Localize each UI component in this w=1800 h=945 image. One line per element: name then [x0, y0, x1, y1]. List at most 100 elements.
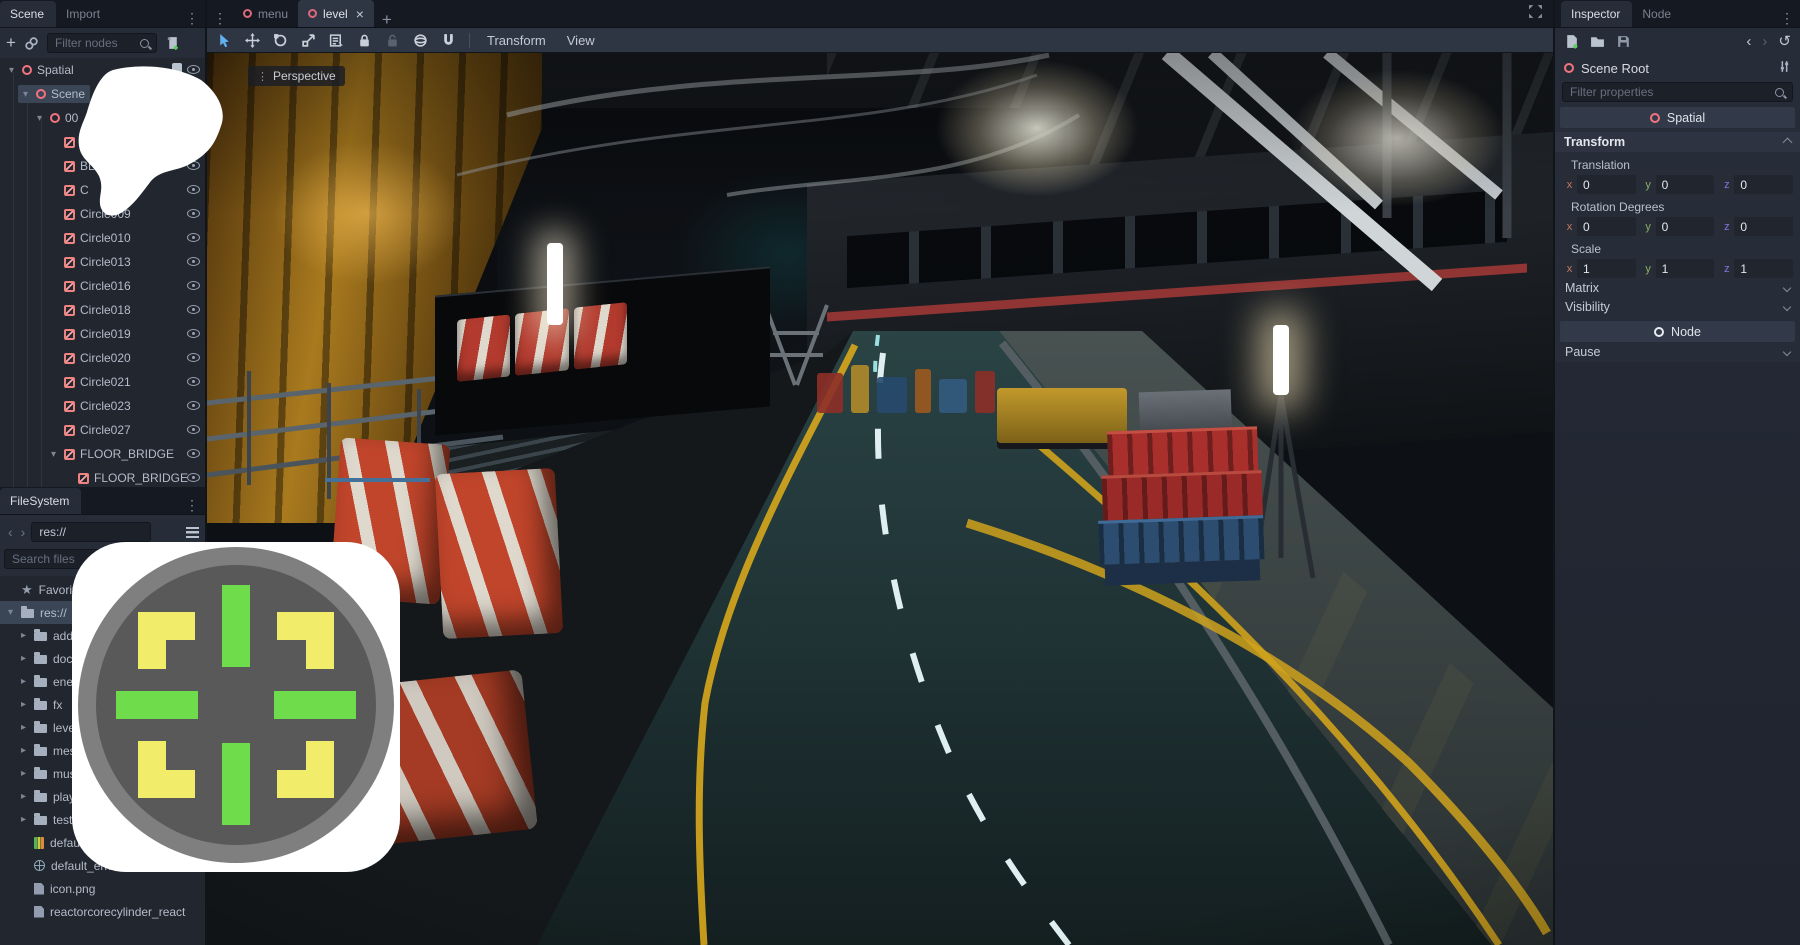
- history-forward-icon[interactable]: ›: [19, 524, 28, 540]
- visibility-eye-icon[interactable]: [186, 254, 201, 268]
- history-forward-icon[interactable]: ›: [1762, 33, 1767, 50]
- expand-arrow[interactable]: ▾: [20, 89, 31, 100]
- toggle-split-mode-icon[interactable]: [186, 527, 199, 538]
- expand-arrow[interactable]: ▸: [19, 791, 28, 802]
- filter-properties-input[interactable]: [1562, 82, 1793, 102]
- z-field[interactable]: z0: [1719, 217, 1793, 236]
- section-header-spatial[interactable]: Spatial: [1560, 107, 1795, 128]
- tool-scale-icon[interactable]: [301, 33, 316, 48]
- scene-tree-row[interactable]: Circle021: [0, 370, 205, 394]
- tab-scene[interactable]: Scene: [0, 1, 56, 27]
- tool-unlock-icon[interactable]: [385, 33, 400, 48]
- instance-scene-icon[interactable]: [24, 36, 39, 51]
- add-node-button[interactable]: +: [6, 36, 16, 50]
- visibility-eye-icon[interactable]: [186, 422, 201, 436]
- extra-options-icon[interactable]: [1778, 60, 1791, 76]
- scene-tree-row[interactable]: Circle018: [0, 298, 205, 322]
- scene-dock-menu-icon[interactable]: ⋮: [179, 10, 205, 27]
- filesystem-dock-menu-icon[interactable]: ⋮: [179, 497, 205, 514]
- expand-arrow[interactable]: ▸: [19, 768, 28, 779]
- history-back-icon[interactable]: ‹: [6, 524, 15, 540]
- attach-script-icon[interactable]: [165, 36, 180, 51]
- new-resource-icon[interactable]: [1564, 34, 1579, 49]
- y-field[interactable]: y0: [1641, 175, 1715, 194]
- expand-arrow[interactable]: ▾: [34, 113, 45, 124]
- scene-tree-row[interactable]: Circle019: [0, 322, 205, 346]
- scene-tree-row[interactable]: Circle023: [0, 394, 205, 418]
- scene-tree-row[interactable]: FLOOR_BRIDGE: [0, 466, 205, 487]
- visibility-eye-icon[interactable]: [186, 278, 201, 292]
- z-field[interactable]: z0: [1719, 175, 1793, 194]
- scene-tab-menu[interactable]: menu: [233, 0, 298, 27]
- tool-list-select-icon[interactable]: [329, 33, 344, 48]
- new-scene-tab-button[interactable]: +: [382, 13, 392, 27]
- transform-menu[interactable]: Transform: [483, 33, 550, 48]
- node-icon: [1654, 327, 1664, 337]
- expand-arrow[interactable]: ▸: [19, 722, 28, 733]
- x-field[interactable]: x0: [1562, 175, 1636, 194]
- expand-arrow[interactable]: ▸: [19, 653, 28, 664]
- history-back-icon[interactable]: ‹: [1746, 33, 1751, 50]
- y-field[interactable]: y1: [1641, 259, 1715, 278]
- close-tab-icon[interactable]: ×: [356, 6, 364, 22]
- tabstrip-menu-icon[interactable]: ⋮: [207, 10, 233, 27]
- scene-tab-level[interactable]: level ×: [298, 0, 374, 27]
- expand-arrow[interactable]: ▾: [6, 65, 17, 76]
- save-resource-icon[interactable]: [1616, 34, 1631, 49]
- node-icon: [64, 425, 75, 436]
- filesystem-row[interactable]: reactorcorecylinder_react: [0, 900, 205, 923]
- collapsed-property-row[interactable]: Visibility: [1555, 298, 1800, 316]
- expand-arrow[interactable]: ▸: [19, 699, 28, 710]
- tool-lock-icon[interactable]: [357, 33, 372, 48]
- x-field[interactable]: x1: [1562, 259, 1636, 278]
- tab-inspector[interactable]: Inspector: [1561, 1, 1632, 27]
- expand-arrow[interactable]: ▸: [19, 814, 28, 825]
- expand-arrow[interactable]: ▸: [19, 676, 28, 687]
- tool-select-icon[interactable]: [217, 33, 232, 48]
- visibility-eye-icon[interactable]: [186, 326, 201, 340]
- expand-arrow[interactable]: ▾: [48, 449, 59, 460]
- visibility-eye-icon[interactable]: [186, 230, 201, 244]
- z-field[interactable]: z1: [1719, 259, 1793, 278]
- scene-tree-row[interactable]: ▾ FLOOR_BRIDGE: [0, 442, 205, 466]
- visibility-eye-icon[interactable]: [186, 398, 201, 412]
- transform-category-row[interactable]: Transform: [1555, 132, 1800, 152]
- viewport-3d-scene[interactable]: ⋮ Perspective: [207, 53, 1553, 945]
- scene-tree-row[interactable]: Circle016: [0, 274, 205, 298]
- visibility-eye-icon[interactable]: [186, 350, 201, 364]
- tab-node[interactable]: Node: [1632, 1, 1683, 27]
- visibility-eye-icon[interactable]: [186, 470, 201, 484]
- path-breadcrumb[interactable]: [31, 522, 151, 542]
- tab-import[interactable]: Import: [56, 1, 112, 27]
- visibility-eye-icon[interactable]: [186, 302, 201, 316]
- view-menu[interactable]: View: [563, 33, 599, 48]
- tool-rotate-icon[interactable]: [273, 33, 288, 48]
- inspector-menu-icon[interactable]: ⋮: [1774, 10, 1800, 27]
- expand-arrow[interactable]: ▸: [19, 745, 28, 756]
- scene-tree-row[interactable]: Circle020: [0, 346, 205, 370]
- edit-history-icon[interactable]: ↺: [1778, 32, 1791, 50]
- visibility-eye-icon[interactable]: [186, 446, 201, 460]
- load-resource-icon[interactable]: [1590, 34, 1605, 49]
- section-header-node[interactable]: Node: [1560, 321, 1795, 342]
- expand-arrow[interactable]: ▸: [19, 630, 28, 641]
- tool-group-icon[interactable]: [413, 33, 428, 48]
- collapsed-property-row[interactable]: Matrix: [1555, 279, 1800, 297]
- x-field[interactable]: x0: [1562, 217, 1636, 236]
- scene-tree-row[interactable]: Circle010: [0, 226, 205, 250]
- projection-selector[interactable]: ⋮ Perspective: [248, 66, 345, 86]
- file-icon: [34, 816, 47, 825]
- filesystem-row[interactable]: icon.png: [0, 877, 205, 900]
- file-icon: [34, 632, 47, 641]
- tab-filesystem[interactable]: FileSystem: [0, 488, 81, 514]
- tool-snap-icon[interactable]: [441, 33, 456, 48]
- scene-tree-row[interactable]: Circle013: [0, 250, 205, 274]
- file-icon: [34, 701, 47, 710]
- expand-arrow[interactable]: ▾: [6, 607, 15, 618]
- tool-move-icon[interactable]: [245, 33, 260, 48]
- y-field[interactable]: y0: [1641, 217, 1715, 236]
- collapsed-property-row[interactable]: Pause: [1555, 343, 1800, 361]
- visibility-eye-icon[interactable]: [186, 374, 201, 388]
- scene-tree-row[interactable]: Circle027: [0, 418, 205, 442]
- distraction-free-icon[interactable]: [1528, 4, 1543, 22]
